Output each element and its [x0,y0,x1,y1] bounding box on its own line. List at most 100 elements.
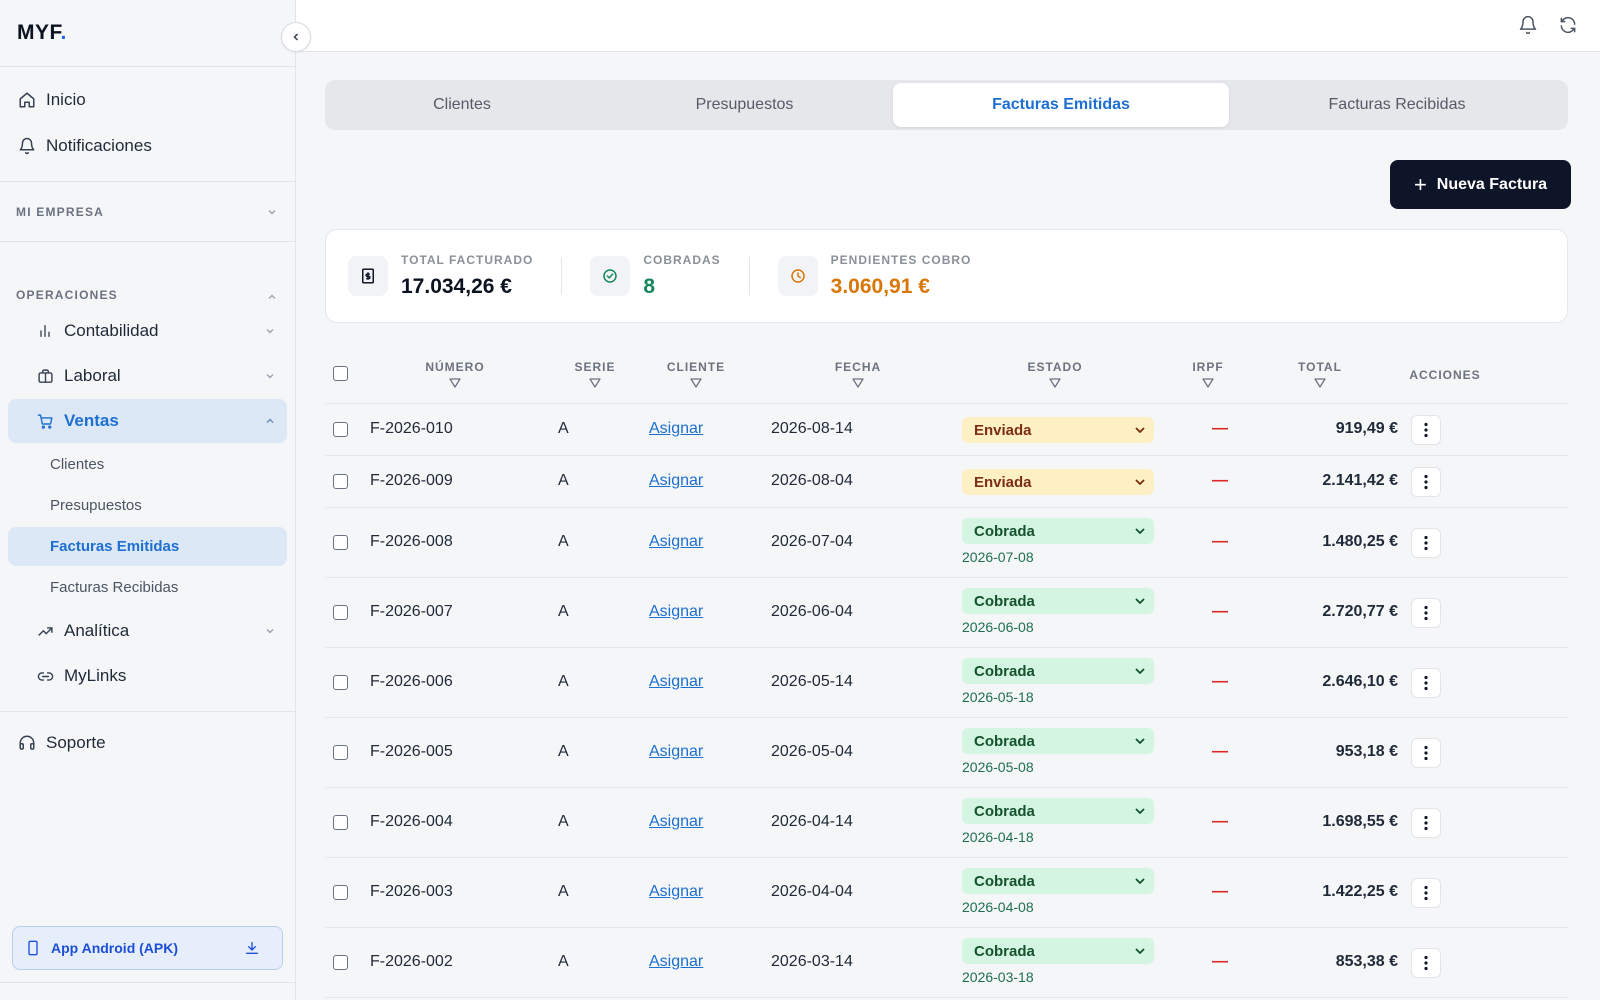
status-select[interactable]: Cobrada [962,798,1154,824]
sidebar-item-analitica[interactable]: Analítica [8,609,287,653]
chevron-down-icon [265,371,275,381]
row-checkbox[interactable] [333,955,348,970]
sort-icon[interactable] [851,377,865,389]
row-checkbox[interactable] [333,885,348,900]
tab-clientes[interactable]: Clientes [328,83,596,127]
assign-client-link[interactable]: Asignar [649,813,703,831]
column-header-fecha[interactable]: FECHA [823,360,893,389]
sidebar-item-contabilidad[interactable]: Contabilidad [8,309,287,353]
logo[interactable]: MYF. [17,21,67,45]
assign-client-link[interactable]: Asignar [649,603,703,621]
sidebar-subitem-clientes[interactable]: Clientes [8,445,287,484]
row-actions-button[interactable] [1411,467,1441,497]
assign-client-link[interactable]: Asignar [649,533,703,551]
sidebar-item-inicio[interactable]: Inicio [0,77,295,123]
assign-client-link[interactable]: Asignar [649,420,703,438]
assign-client-link[interactable]: Asignar [649,743,703,761]
sidebar-subitem-facturas-recibidas[interactable]: Facturas Recibidas [8,568,287,607]
sidebar-subitem-facturas-emitidas[interactable]: Facturas Emitidas [8,527,287,566]
invoice-number[interactable]: F-2026-007 [370,603,453,621]
status-select[interactable]: Cobrada [962,588,1154,614]
row-checkbox[interactable] [333,815,348,830]
android-apk-button[interactable]: App Android (APK) [12,926,283,970]
column-header-serie[interactable]: SERIE [565,360,625,389]
row-actions-button[interactable] [1411,598,1441,628]
row-checkbox[interactable] [333,745,348,760]
table-row: F-2026-006 A Asignar 2026-05-14 Cobrada … [325,648,1568,718]
row-checkbox[interactable] [333,605,348,620]
invoice-number[interactable]: F-2026-005 [370,743,453,761]
column-header-irpf[interactable]: IRPF [1183,360,1233,389]
invoice-number[interactable]: F-2026-010 [370,420,453,438]
assign-client-link[interactable]: Asignar [649,883,703,901]
status-select[interactable]: Cobrada [962,658,1154,684]
row-actions-button[interactable] [1411,738,1441,768]
invoice-serie: A [558,883,569,900]
sidebar-item-laboral[interactable]: Laboral [8,354,287,398]
stat-value: 8 [643,275,656,298]
row-actions-button[interactable] [1411,668,1441,698]
table-row: F-2026-010 A Asignar 2026-08-14 Enviada … [325,404,1568,456]
invoice-number[interactable]: F-2026-002 [370,953,453,971]
column-header-estado[interactable]: ESTADO [1015,360,1095,389]
sort-icon[interactable] [1313,377,1327,389]
row-checkbox[interactable] [333,535,348,550]
row-actions-button[interactable] [1411,415,1441,445]
row-actions-button[interactable] [1411,808,1441,838]
collapse-sidebar-button[interactable] [281,22,311,52]
status-select[interactable]: Cobrada [962,868,1154,894]
row-actions-button[interactable] [1411,528,1441,558]
sidebar-item-notificaciones[interactable]: Notificaciones [0,123,295,169]
select-all-checkbox[interactable] [333,366,348,381]
chevron-down-icon [1135,738,1145,744]
assign-client-link[interactable]: Asignar [649,472,703,490]
chevron-down-icon [1135,598,1145,604]
briefcase-icon [36,367,54,385]
new-invoice-button[interactable]: + Nueva Factura [1390,160,1571,209]
trending-up-icon [36,622,54,640]
section-mi-empresa[interactable]: MI EMPRESA [0,182,295,242]
cart-icon [36,412,54,430]
invoice-number[interactable]: F-2026-004 [370,813,453,831]
paid-date: 2026-07-08 [962,549,1034,565]
column-header-cliente[interactable]: CLIENTE [661,360,731,389]
tab-presupuestos[interactable]: Presupuestos [596,83,893,127]
status-select[interactable]: Cobrada [962,518,1154,544]
column-header-total[interactable]: TOTAL [1290,360,1350,389]
invoice-number[interactable]: F-2026-009 [370,472,453,490]
sort-icon[interactable] [1048,377,1062,389]
invoice-total: 2.141,42 € [1322,472,1398,489]
sidebar-item-mylinks[interactable]: MyLinks [8,654,287,698]
bell-icon[interactable] [1517,14,1539,36]
sort-icon[interactable] [689,377,703,389]
status-select[interactable]: Cobrada [962,728,1154,754]
tab-facturas-recibidas[interactable]: Facturas Recibidas [1229,83,1565,127]
row-actions-button[interactable] [1411,878,1441,908]
column-header-numero[interactable]: NÚMERO [420,360,490,389]
invoice-number[interactable]: F-2026-006 [370,673,453,691]
tab-facturas-emitidas[interactable]: Facturas Emitidas [893,83,1229,127]
stat-value: 17.034,26 € [401,275,512,298]
sort-icon[interactable] [1201,377,1215,389]
chevron-down-icon [1135,528,1145,534]
stat-value: 3.060,91 € [830,275,930,298]
section-operaciones[interactable]: OPERACIONES [0,242,295,308]
invoice-number[interactable]: F-2026-008 [370,533,453,551]
invoice-number[interactable]: F-2026-003 [370,883,453,901]
row-checkbox[interactable] [333,675,348,690]
status-select[interactable]: Cobrada [962,938,1154,964]
status-select[interactable]: Enviada [962,417,1154,443]
assign-client-link[interactable]: Asignar [649,953,703,971]
row-checkbox[interactable] [333,474,348,489]
sidebar-item-soporte[interactable]: Soporte [0,712,295,774]
sidebar-item-ventas[interactable]: Ventas [8,399,287,443]
row-actions-button[interactable] [1411,948,1441,978]
assign-client-link[interactable]: Asignar [649,673,703,691]
row-checkbox[interactable] [333,422,348,437]
sort-icon[interactable] [588,377,602,389]
refresh-icon[interactable] [1557,14,1579,36]
table-row: F-2026-007 A Asignar 2026-06-04 Cobrada … [325,578,1568,648]
status-select[interactable]: Enviada [962,469,1154,495]
sidebar-subitem-presupuestos[interactable]: Presupuestos [8,486,287,525]
sort-icon[interactable] [448,377,462,389]
